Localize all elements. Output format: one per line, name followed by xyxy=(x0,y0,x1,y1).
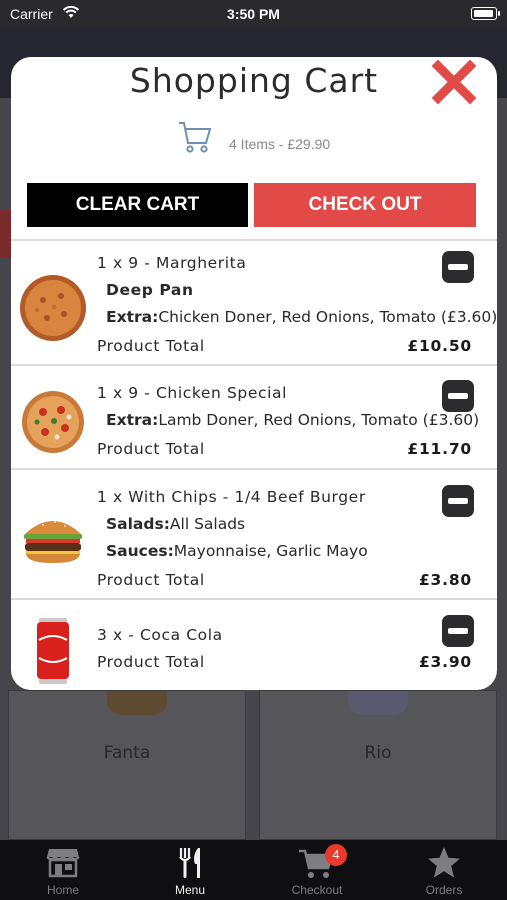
tab-label: Home xyxy=(46,883,79,897)
status-bar: Carrier 3:50 PM xyxy=(0,0,507,28)
tab-orders[interactable]: Orders xyxy=(381,840,507,900)
cart-item: 3 x - Coca Cola Product Total £3.90 xyxy=(11,598,497,690)
bottom-tab-bar: Home Menu 4 Checkout Orders xyxy=(0,840,507,900)
fanta-can-image xyxy=(107,691,167,715)
item-title: 1 x 9 - Margherita xyxy=(97,254,247,272)
tab-label: Menu xyxy=(174,883,206,897)
detail-value: Mayonnaise, Garlic Mayo xyxy=(173,542,368,560)
detail-value: All Salads xyxy=(169,515,246,533)
battery-icon xyxy=(471,7,500,20)
star-icon xyxy=(428,847,460,878)
cart-summary-icon xyxy=(179,122,212,153)
cart-badge: 4 xyxy=(325,844,347,866)
detail-label: Deep Pan xyxy=(106,281,194,299)
fork-knife-icon xyxy=(179,848,200,878)
rio-can-image xyxy=(348,691,408,715)
detail-label: Sauces: xyxy=(106,542,174,560)
shopping-cart-modal: Shopping Cart 4 Items - £29.90 CLEAR CAR… xyxy=(11,57,497,690)
detail-value: Chicken Doner, Red Onions, Tomato (£3.60… xyxy=(158,308,497,326)
cart-item: 1 x With Chips - 1/4 Beef Burger Salads:… xyxy=(11,468,497,598)
clear-cart-button[interactable]: CLEAR CART xyxy=(27,183,248,227)
item-detail: Sauces:Mayonnaise, Garlic Mayo xyxy=(106,542,368,560)
item-title: 1 x 9 - Chicken Special xyxy=(97,384,288,402)
product-total-label: Product Total xyxy=(97,337,205,355)
cart-item: 1 x 9 - Margherita Deep Pan Extra:Chicke… xyxy=(11,239,497,364)
item-detail: Extra:Lamb Doner, Red Onions, Tomato (£3… xyxy=(106,411,479,429)
detail-label: Extra: xyxy=(106,308,159,326)
close-icon[interactable] xyxy=(431,59,477,105)
tab-checkout[interactable]: 4 Checkout xyxy=(254,840,380,900)
remove-item-button[interactable] xyxy=(442,615,474,647)
detail-label: Salads: xyxy=(106,515,170,533)
menu-card-label: Rio xyxy=(364,743,392,763)
item-detail: Salads:All Salads xyxy=(106,515,245,533)
store-icon xyxy=(46,849,80,878)
margherita-pizza-image xyxy=(20,275,86,341)
item-detail: Deep Pan xyxy=(106,281,194,299)
modal-title: Shopping Cart xyxy=(129,61,379,100)
product-total-label: Product Total xyxy=(97,571,205,589)
menu-card-fanta[interactable]: Fanta xyxy=(8,690,246,840)
tab-label: Orders xyxy=(425,883,463,897)
product-total-label: Product Total xyxy=(97,440,205,458)
tab-menu[interactable]: Menu xyxy=(127,840,253,900)
checkout-button[interactable]: CHECK OUT xyxy=(254,183,476,227)
remove-item-button[interactable] xyxy=(442,485,474,517)
tab-label: Checkout xyxy=(291,883,343,897)
item-detail: Extra:Chicken Doner, Red Onions, Tomato … xyxy=(106,308,497,326)
tab-home[interactable]: Home xyxy=(0,840,126,900)
remove-item-button[interactable] xyxy=(442,251,474,283)
menu-card-rio[interactable]: Rio xyxy=(259,690,497,840)
item-title: 3 x - Coca Cola xyxy=(97,626,223,644)
detail-label: Extra: xyxy=(106,411,159,429)
coca-cola-can-image xyxy=(37,618,69,684)
chicken-special-pizza-image xyxy=(22,391,84,453)
beef-burger-image xyxy=(24,521,82,563)
remove-item-button[interactable] xyxy=(442,380,474,412)
product-total-price: £11.70 xyxy=(407,440,472,458)
product-total-label: Product Total xyxy=(97,653,205,671)
item-title: 1 x With Chips - 1/4 Beef Burger xyxy=(97,488,366,506)
product-total-price: £3.80 xyxy=(418,571,472,589)
status-time: 3:50 PM xyxy=(227,6,280,22)
detail-value: Lamb Doner, Red Onions, Tomato (£3.60) xyxy=(158,411,480,429)
product-total-price: £10.50 xyxy=(407,337,472,355)
product-total-price: £3.90 xyxy=(418,653,472,671)
cart-item: 1 x 9 - Chicken Special Extra:Lamb Doner… xyxy=(11,364,497,468)
menu-card-label: Fanta xyxy=(103,743,151,763)
cart-summary: 4 Items - £29.90 xyxy=(229,136,331,152)
